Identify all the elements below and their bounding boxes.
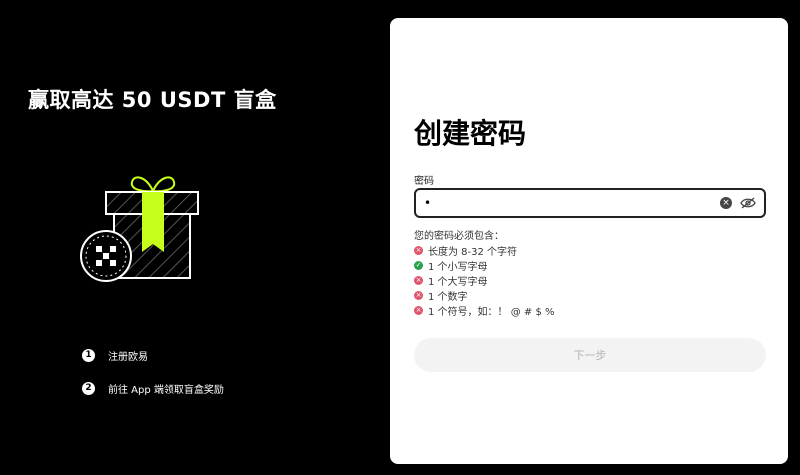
password-input[interactable]	[424, 190, 720, 216]
step-number-badge: 1	[82, 348, 95, 362]
requirement-item: × 1 个符号，如：！ @ # $ %	[414, 303, 555, 318]
promo-step: 2 前往 App 端领取盲盒奖励	[82, 380, 224, 396]
check-icon: ✓	[414, 261, 423, 270]
password-field[interactable]: ×	[414, 188, 766, 218]
fail-icon: ×	[414, 291, 423, 300]
promo-title: 赢取高达 50 USDT 盲盒	[28, 88, 277, 112]
requirements-title: 您的密码必须包含：	[414, 231, 504, 242]
signup-page: 赢取高达 50 USDT 盲盒 1 注册欧易 2 前往 App 端领取盲盒奖励 …	[0, 0, 800, 475]
gift-box-icon	[80, 176, 199, 282]
requirement-text: 长度为 8-32 个字符	[428, 247, 518, 258]
password-label: 密码	[414, 176, 434, 187]
requirement-text: 1 个符号，如：！ @ # $ %	[428, 307, 555, 318]
eye-off-icon[interactable]	[740, 197, 756, 209]
fail-icon: ×	[414, 246, 423, 255]
next-button[interactable]: 下一步	[414, 338, 766, 372]
fail-icon: ×	[414, 306, 423, 315]
create-password-card: 创建密码 密码 × 您的密码必须包含： × 长度为 8-32 个字符 ✓ 1 个…	[390, 18, 788, 464]
clear-icon[interactable]: ×	[720, 197, 732, 209]
promo-steps: 1 注册欧易 2 前往 App 端领取盲盒奖励	[82, 347, 224, 413]
step-text: 前往 App 端领取盲盒奖励	[108, 384, 224, 396]
requirement-item: × 1 个数字	[414, 288, 555, 303]
promo-step: 1 注册欧易	[82, 347, 224, 363]
requirement-text: 1 个小写字母	[428, 262, 488, 273]
step-text: 注册欧易	[108, 351, 148, 363]
fail-icon: ×	[414, 276, 423, 285]
requirement-text: 1 个数字	[428, 292, 468, 303]
requirement-text: 1 个大写字母	[428, 277, 488, 288]
requirements-list: × 长度为 8-32 个字符 ✓ 1 个小写字母 × 1 个大写字母 × 1 个…	[414, 243, 555, 318]
requirement-item: × 1 个大写字母	[414, 273, 555, 288]
page-title: 创建密码	[414, 117, 527, 150]
requirement-item: ✓ 1 个小写字母	[414, 258, 555, 273]
step-number-badge: 2	[82, 381, 95, 395]
requirement-item: × 长度为 8-32 个字符	[414, 243, 555, 258]
